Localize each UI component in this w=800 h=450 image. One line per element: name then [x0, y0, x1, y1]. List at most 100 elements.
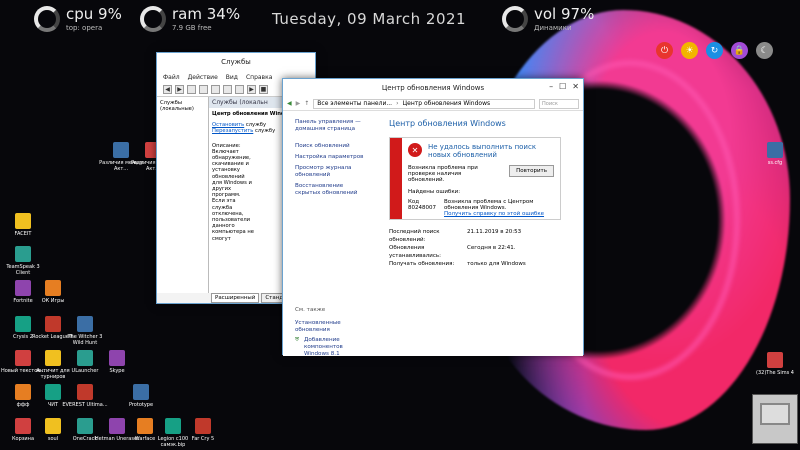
update-title: Центр обновления Windows [381, 84, 485, 92]
ram-widget: ram 34% 7.9 GB free [140, 6, 240, 32]
list-icon[interactable] [199, 85, 208, 94]
desktop-icon[interactable]: ОК Игры [30, 280, 76, 304]
app-icon [15, 350, 31, 366]
app-icon [45, 384, 61, 400]
tree-item-local-services[interactable]: Службы (локальные) [160, 100, 205, 112]
services-titlebar[interactable]: Службы [157, 53, 315, 71]
stop-service-link[interactable]: Остановить [212, 122, 244, 128]
error-title: Не удалось выполнить поиск новых обновле… [428, 143, 537, 159]
desktop-icon[interactable]: Skype [94, 350, 140, 374]
breadcrumb-root[interactable]: Все элементы панели... [317, 100, 392, 107]
cpu-ring-icon [34, 6, 60, 32]
ram-ring-icon [140, 6, 166, 32]
found-errors-label: Найдены ошибки: [408, 189, 461, 195]
error-icon: ✕ [408, 143, 422, 157]
refresh-tool-icon[interactable] [211, 85, 220, 94]
update-titlebar[interactable]: Центр обновления Windows – ☐ ✕ [283, 79, 583, 97]
menu-help[interactable]: Справка [246, 74, 272, 81]
info-row: Обновления устанавливались: Сегодня в 22:… [389, 244, 571, 260]
app-icon [165, 418, 181, 434]
stop-icon[interactable]: ■ [259, 85, 268, 94]
back-icon[interactable]: ◀ [163, 85, 172, 94]
services-tree: Службы (локальные) [157, 97, 209, 293]
up-nav-icon[interactable]: ↑ [304, 100, 309, 107]
control-panel-home-link[interactable]: Панель управления — домашняя страница [295, 119, 365, 133]
forward-icon[interactable]: ▶ [175, 85, 184, 94]
info-value: 21.11.2019 в 20:53 [467, 229, 522, 235]
app-icon [767, 352, 783, 368]
sun-icon[interactable]: ☀ [681, 42, 698, 59]
tab-extended[interactable]: Расширенный [211, 293, 260, 303]
moon-icon[interactable]: ☾ [756, 42, 773, 59]
desktop-icon[interactable]: Prototype [118, 384, 164, 408]
installed-updates-link[interactable]: Установленные обновления [295, 320, 367, 334]
play-icon[interactable]: ▶ [247, 85, 256, 94]
menu-view[interactable]: Вид [226, 74, 238, 81]
app-icon [15, 418, 31, 434]
services-title: Службы [221, 58, 251, 66]
retry-button[interactable]: Повторить [509, 165, 554, 177]
add-features-link[interactable]: ⛨ Добавление компонентов Windows 8.1 [295, 337, 367, 358]
view-icon[interactable] [187, 85, 196, 94]
info-label: Последний поиск обновлений: [389, 229, 440, 243]
export-icon[interactable] [223, 85, 232, 94]
app-icon [77, 418, 93, 434]
menu-file[interactable]: Файл [163, 74, 180, 81]
update-window-controls: – ☐ ✕ [549, 82, 579, 91]
address-field[interactable]: Все элементы панели... › Центр обновлени… [313, 98, 535, 109]
forward-nav-icon[interactable]: ▶ [296, 100, 301, 107]
volume-widget: vol 97% Динамики [502, 6, 594, 32]
app-icon [77, 384, 93, 400]
round-icon-bar: ⏻ ☀ ↻ 🔒 ☾ [656, 42, 773, 59]
info-row: Последний поиск обновлений: 21.11.2019 в … [389, 228, 571, 244]
app-icon [77, 316, 93, 332]
minimize-icon[interactable]: – [549, 82, 553, 91]
update-info: Последний поиск обновлений: 21.11.2019 в … [389, 228, 571, 268]
app-icon [45, 418, 61, 434]
ram-title: ram 34% [172, 4, 241, 23]
shield-icon: ⛨ [295, 337, 300, 343]
error-code: Код 80248007 [408, 199, 436, 211]
app-icon [15, 213, 31, 229]
sidebar-link[interactable]: Настройка параметров [295, 154, 365, 161]
desktop-icon-label: (32)The Sims 4 [756, 370, 794, 376]
help-tool-icon[interactable] [235, 85, 244, 94]
restart-service-link[interactable]: Перезапустить [212, 128, 253, 134]
cpu-widget: cpu 9% top: opera [34, 6, 122, 32]
desktop-icon-label: Far Cry 5 [191, 436, 215, 442]
desktop-icon-label: ss.cfg [767, 160, 783, 166]
update-sidebar: Панель управления — домашняя страница По… [283, 111, 377, 358]
app-icon [15, 246, 31, 262]
breadcrumb-current[interactable]: Центр обновления Windows [402, 100, 490, 107]
refresh-icon[interactable]: ↻ [706, 42, 723, 59]
back-nav-icon[interactable]: ◀ [287, 100, 292, 107]
desktop-icon[interactable]: FACEIT [0, 213, 46, 237]
menu-action[interactable]: Действие [188, 74, 218, 81]
ram-sub: 7.9 GB free [172, 23, 212, 32]
sidebar-link[interactable]: Поиск обновлений [295, 143, 365, 150]
maximize-icon[interactable]: ☐ [559, 82, 566, 91]
error-text: Возникла проблема с Центром обновления W… [444, 199, 534, 211]
desktop-icon[interactable]: ss.cfg [752, 142, 798, 166]
sidebar-link[interactable]: Восстановление скрытых обновлений [295, 183, 365, 197]
help-link[interactable]: Получить справку по этой ошибке [444, 211, 554, 217]
sidebar-link[interactable]: Просмотр журнала обновлений [295, 165, 365, 179]
monitor-icon [760, 403, 790, 425]
volume-sub: Динамики [534, 23, 572, 32]
app-icon [767, 142, 783, 158]
close-icon[interactable]: ✕ [572, 82, 579, 91]
info-row: Получать обновления: только для Windows [389, 260, 571, 268]
info-value: Сегодня в 22:41. [467, 245, 516, 251]
power-icon[interactable]: ⏻ [656, 42, 673, 59]
volume-title: vol 97% [534, 4, 595, 23]
search-input[interactable]: Поиск [539, 98, 579, 109]
lock-icon[interactable]: 🔒 [731, 42, 748, 59]
desktop-icon-label: EVEREST Ultima... [62, 402, 108, 408]
desktop-icon[interactable]: (32)The Sims 4 [752, 352, 798, 376]
desktop-icon[interactable]: The Witcher 3 Wild Hunt [62, 316, 108, 346]
desktop-icon[interactable]: EVEREST Ultima... [62, 384, 108, 408]
computer-widget[interactable] [752, 394, 798, 444]
info-label: Получать обновления: [389, 261, 455, 267]
desktop-icon[interactable]: Far Cry 5 [180, 418, 226, 442]
desktop-icon[interactable]: TeamSpeak 3 Client [0, 246, 46, 276]
